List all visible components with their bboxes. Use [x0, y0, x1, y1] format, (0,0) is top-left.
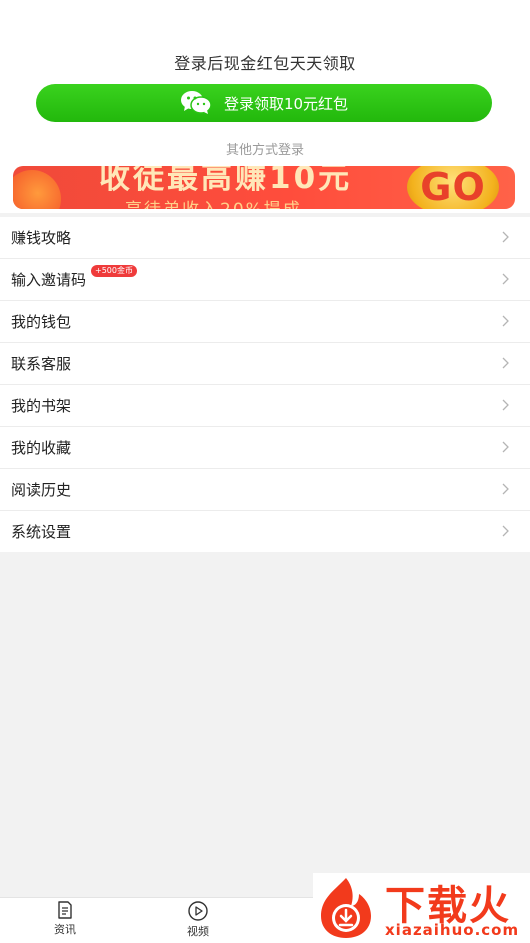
watermark-logo: 下载火 xiazaihuo.com: [313, 873, 530, 942]
menu-item-settings[interactable]: 系统设置: [0, 511, 530, 552]
tab-label: 资讯: [54, 923, 76, 936]
play-icon: [188, 901, 208, 921]
menu-item-label: 系统设置: [11, 523, 72, 541]
menu-item-label: 我的钱包: [11, 313, 72, 331]
tab-news[interactable]: 资讯: [35, 900, 95, 937]
flame-logo-icon: [321, 878, 371, 938]
chevron-right-icon: [502, 483, 509, 495]
menu-item-invite-code[interactable]: 输入邀请码 +500金币: [0, 259, 530, 301]
invite-banner[interactable]: 收徒最高赚10元 享徒弟收入20%提成 GO: [13, 166, 515, 209]
chevron-right-icon: [502, 399, 509, 411]
chevron-right-icon: [502, 273, 509, 285]
chevron-right-icon: [502, 315, 509, 327]
menu-item-bookshelf[interactable]: 我的书架: [0, 385, 530, 427]
menu-item-label: 阅读历史: [11, 481, 72, 499]
tab-video[interactable]: 视频: [168, 900, 228, 939]
other-login-link[interactable]: 其他方式登录: [0, 139, 530, 158]
wechat-icon: [180, 91, 212, 114]
wechat-login-label: 登录领取10元红包: [223, 94, 349, 113]
menu-item-label: 我的书架: [11, 397, 72, 415]
tab-label: 视频: [187, 925, 209, 938]
banner-go-button[interactable]: GO: [407, 166, 499, 209]
banner-go-label: GO: [420, 166, 486, 209]
menu-item-label: 我的收藏: [11, 439, 72, 457]
menu-item-label: 输入邀请码: [11, 271, 87, 289]
document-icon: [58, 901, 72, 919]
menu-item-favorites[interactable]: 我的收藏: [0, 427, 530, 469]
watermark-url: xiazaihuo.com: [385, 921, 520, 939]
menu-item-label: 赚钱攻略: [11, 229, 72, 247]
wechat-login-button[interactable]: 登录领取10元红包: [36, 84, 492, 122]
menu-item-label: 联系客服: [11, 355, 72, 373]
menu-item-earning-guide[interactable]: 赚钱攻略: [0, 217, 530, 259]
chevron-right-icon: [502, 441, 509, 453]
menu-list: 赚钱攻略 输入邀请码 +500金币 我的钱包 联系客服 我的书架 我的收藏 阅读…: [0, 217, 530, 552]
banner-decoration: [13, 170, 61, 209]
chevron-right-icon: [502, 357, 509, 369]
menu-item-wallet[interactable]: 我的钱包: [0, 301, 530, 343]
banner-subline: 享徒弟收入20%提成: [125, 195, 302, 209]
banner-headline: 收徒最高赚10元: [99, 166, 353, 196]
login-panel: 登录后现金红包天天领取 登录领取10元红包 其他方式登录 收徒最高赚10元 享徒…: [0, 0, 530, 213]
chevron-right-icon: [502, 231, 509, 243]
chevron-right-icon: [502, 525, 509, 537]
menu-item-customer-service[interactable]: 联系客服: [0, 343, 530, 385]
menu-item-reading-history[interactable]: 阅读历史: [0, 469, 530, 511]
login-promo-text: 登录后现金红包天天领取: [174, 54, 356, 73]
reward-badge: +500金币: [91, 265, 137, 277]
